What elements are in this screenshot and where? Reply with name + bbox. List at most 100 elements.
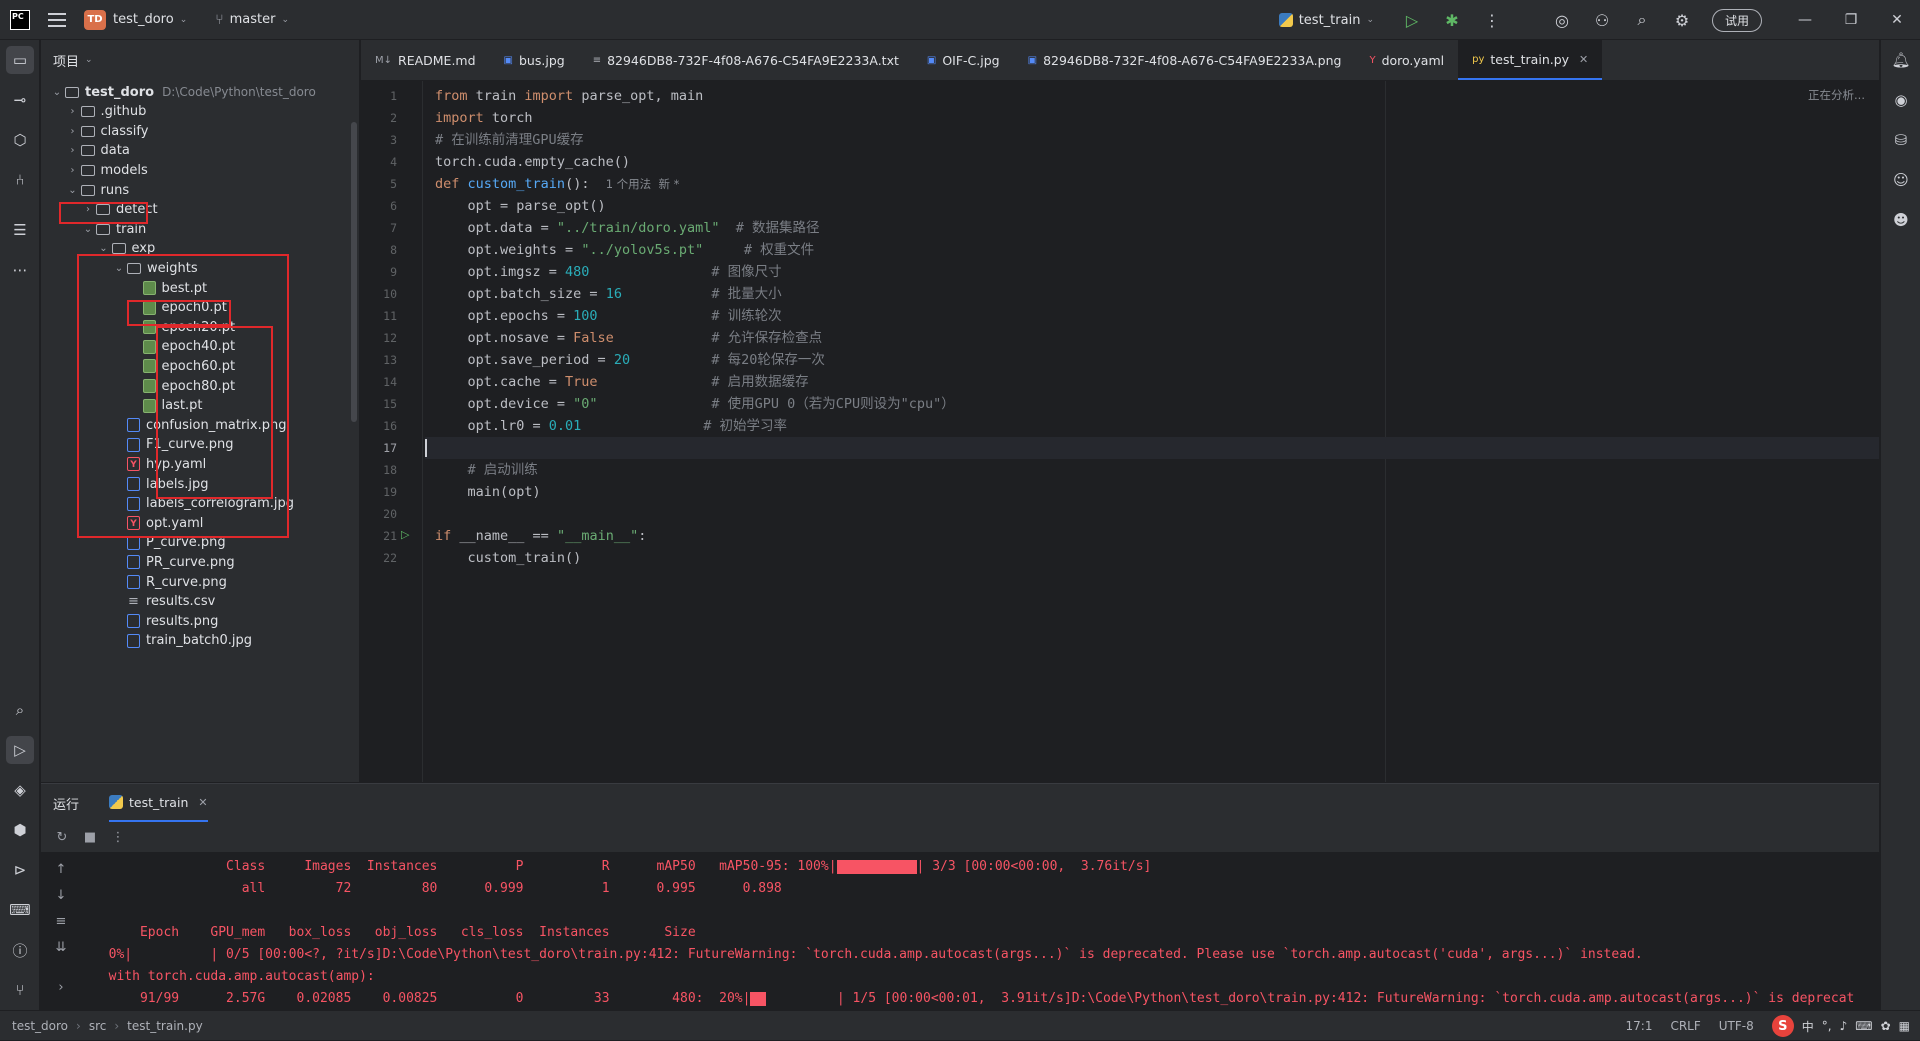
stop-icon[interactable]: ■	[79, 826, 101, 848]
minimize-icon[interactable]: —	[1782, 0, 1828, 40]
debug-icon[interactable]: ✱	[1438, 6, 1466, 34]
trial-button[interactable]: 试用	[1711, 8, 1762, 32]
cursor-position[interactable]: 17:1	[1626, 1019, 1653, 1033]
expand-arrow-icon[interactable]: ⌄	[80, 224, 96, 235]
rerun-icon[interactable]: ↻	[51, 826, 73, 848]
code-line[interactable]: from train import parse_opt, main	[425, 85, 1879, 107]
close-icon[interactable]: ✕	[1874, 0, 1920, 40]
restore-icon[interactable]: ❐	[1828, 0, 1874, 40]
code-line[interactable]: torch.cuda.empty_cache()	[425, 151, 1879, 173]
editor-tab[interactable]: ▣ OIF-C.jpg	[913, 40, 1014, 80]
expand-icon[interactable]: ›	[50, 976, 72, 998]
expand-arrow-icon[interactable]: ›	[65, 126, 81, 137]
code-line[interactable]: # 在训练前清理GPU缓存	[425, 129, 1879, 151]
database-icon[interactable]: ⛁	[1887, 126, 1915, 154]
run-tab[interactable]: test_train ✕	[109, 784, 208, 822]
code-line[interactable]: opt.nosave = False # 允许保存检查点	[425, 327, 1879, 349]
git-icon[interactable]: ⑂	[6, 976, 34, 1004]
code-line[interactable]: import torch	[425, 107, 1879, 129]
expand-arrow-icon[interactable]: ›	[80, 204, 96, 215]
problems-icon[interactable]: ⓘ	[6, 936, 34, 964]
tree-file[interactable]: train_batch0.jpg	[111, 629, 252, 653]
expand-arrow-icon[interactable]: ›	[65, 106, 81, 117]
code-line[interactable]: opt.epochs = 100 # 训练轮次	[425, 305, 1879, 327]
scroll-down-icon[interactable]: ↓	[50, 884, 72, 906]
code-editor[interactable]: 1 2 3 4 5 6 7 8 9 10 11 12 13 14 15 16 17 18 19 20 21 ▷ 22 fro…	[361, 81, 1879, 782]
code-line[interactable]: opt.batch_size = 16 # 批量大小	[425, 283, 1879, 305]
expand-arrow-icon[interactable]: ›	[65, 165, 81, 176]
editor-tab[interactable]: py test_train.py ✕	[1458, 40, 1603, 80]
find-icon[interactable]: ⌕	[6, 696, 34, 724]
ai-chat-icon[interactable]: ◉	[1887, 86, 1915, 114]
expand-arrow-icon[interactable]: ⌄	[111, 263, 127, 274]
code-line[interactable]: # 启动训练	[425, 459, 1879, 481]
project-tool-icon[interactable]: ▭	[6, 46, 34, 74]
code-line[interactable]: opt.device = "0" # 使用GPU 0（若为CPU则设为"cpu"…	[425, 393, 1879, 415]
run-icon[interactable]: ▷	[1398, 6, 1426, 34]
more-tools-icon[interactable]: ⋯	[6, 256, 34, 284]
project-badge[interactable]: TD	[84, 9, 106, 30]
pull-requests-icon[interactable]: ⑃	[6, 166, 34, 194]
code-line[interactable]	[425, 437, 1879, 459]
more-actions-icon[interactable]: ⋮	[107, 826, 129, 848]
search-icon[interactable]: ⌕	[1628, 6, 1656, 34]
code-line[interactable]: custom_train()	[425, 547, 1879, 569]
run-tool-icon[interactable]: ▷	[6, 736, 34, 764]
scroll-up-icon[interactable]: ↑	[50, 858, 72, 880]
close-icon[interactable]: ✕	[1579, 53, 1588, 66]
notifications-icon[interactable]: 🔔︎	[1887, 46, 1915, 74]
code-line[interactable]: opt.cache = True # 启用数据缓存	[425, 371, 1879, 393]
add-user-icon[interactable]: ⚇	[1588, 6, 1616, 34]
breadcrumb-item[interactable]: src	[89, 1019, 107, 1033]
console-output[interactable]: Class Images Instances P R mAP50 mAP50-9…	[93, 852, 1859, 1010]
run-gutter-icon[interactable]: ▷	[401, 528, 409, 541]
project-panel-header[interactable]: 项目 ⌄	[41, 40, 359, 80]
file-encoding[interactable]: UTF-8	[1719, 1019, 1754, 1033]
expand-arrow-icon[interactable]: ⌄	[65, 185, 81, 196]
more-actions-icon[interactable]: ⋮	[1478, 6, 1506, 34]
python-packages-icon[interactable]: ⬢	[6, 816, 34, 844]
run-config-selector[interactable]: test_train ⌄	[1278, 13, 1374, 28]
ime-toolbar[interactable]: S 中 °, ♪ ⌨ ✿ ▦	[1771, 1015, 1910, 1037]
scroll-to-end-icon[interactable]: ⇊	[50, 936, 72, 958]
editor-tab[interactable]: ▣ 82946DB8-732F-4f08-A676-C54FA9E2233A.pn…	[1014, 40, 1356, 80]
copilot-chat-icon[interactable]: ☻	[1887, 206, 1915, 234]
chevron-down-icon[interactable]: ⌄	[180, 15, 188, 25]
code-line[interactable]: opt.imgsz = 480 # 图像尺寸	[425, 261, 1879, 283]
pycharm-logo-icon[interactable]: PC	[10, 9, 30, 30]
code-line[interactable]: opt.weights = "../yolov5s.pt" # 权重文件	[425, 239, 1879, 261]
expand-arrow-icon[interactable]: ›	[65, 145, 81, 156]
code-line[interactable]: main(opt)	[425, 481, 1879, 503]
branch-selector[interactable]: ⑂ master ⌄	[215, 12, 289, 28]
project-scrollbar[interactable]	[351, 122, 357, 422]
packages-icon[interactable]: ⬡	[6, 126, 34, 154]
code-line[interactable]: def custom_train(): 1 个用法 新 *	[425, 173, 1879, 195]
line-separator[interactable]: CRLF	[1670, 1019, 1700, 1033]
expand-arrow-icon[interactable]: ⌄	[96, 243, 112, 254]
editor-tab[interactable]: ▣ bus.jpg	[490, 40, 579, 80]
ai-assistant-icon[interactable]: ◎	[1548, 6, 1576, 34]
breadcrumb-item[interactable]: test_train.py	[127, 1019, 203, 1033]
code-line[interactable]: if __name__ == "__main__":	[425, 525, 1879, 547]
code-line[interactable]: opt.save_period = 20 # 每20轮保存一次	[425, 349, 1879, 371]
structure-icon[interactable]: ☰	[6, 216, 34, 244]
main-menu-icon[interactable]	[48, 12, 66, 27]
commit-icon[interactable]: ⊸	[6, 86, 34, 114]
code-line[interactable]: opt.lr0 = 0.01 # 初始学习率	[425, 415, 1879, 437]
editor-tab[interactable]: M↓ README.md	[361, 40, 490, 80]
breadcrumb-item[interactable]: test_doro	[12, 1019, 68, 1033]
soft-wrap-icon[interactable]: ≡	[50, 910, 72, 932]
code-line[interactable]: opt = parse_opt()	[425, 195, 1879, 217]
close-icon[interactable]: ✕	[198, 796, 207, 809]
project-name[interactable]: test_doro	[113, 12, 174, 27]
terminal-icon[interactable]: ⌨	[6, 896, 34, 924]
code-line[interactable]	[425, 503, 1879, 525]
editor-tab[interactable]: Ydoro.yaml	[1355, 40, 1458, 80]
copilot-icon[interactable]: ☺	[1887, 166, 1915, 194]
gear-icon[interactable]: ⚙	[1668, 6, 1696, 34]
code-line[interactable]: opt.data = "../train/doro.yaml" # 数据集路径	[425, 217, 1879, 239]
services-icon[interactable]: ⊳	[6, 856, 34, 884]
editor-tab[interactable]: ≡ 82946DB8-732F-4f08-A676-C54FA9E2233A.tx…	[579, 40, 913, 80]
console-text: all 72 80 0.999 1 0.995 0.898	[93, 881, 782, 896]
python-console-icon[interactable]: ◈	[6, 776, 34, 804]
